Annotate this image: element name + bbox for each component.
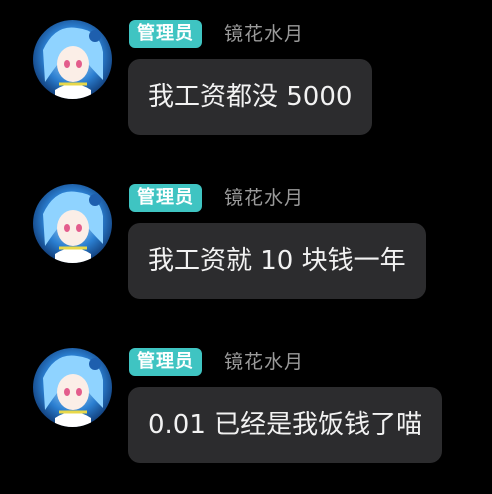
sender-name[interactable]: 镜花水月 (224, 184, 304, 212)
avatar[interactable] (33, 20, 112, 99)
sender-name[interactable]: 镜花水月 (224, 20, 304, 48)
message-bubble[interactable]: 我工资就 10 块钱一年 (128, 223, 426, 299)
admin-badge: 管理员 (129, 184, 202, 212)
avatar[interactable] (33, 348, 112, 427)
admin-badge: 管理员 (129, 20, 202, 48)
sender-name[interactable]: 镜花水月 (224, 348, 304, 376)
avatar[interactable] (33, 184, 112, 263)
admin-badge: 管理员 (129, 348, 202, 376)
message-bubble[interactable]: 0.01 已经是我饭钱了喵 (128, 387, 443, 463)
message-bubble[interactable]: 我工资都没 5000 (128, 59, 373, 135)
